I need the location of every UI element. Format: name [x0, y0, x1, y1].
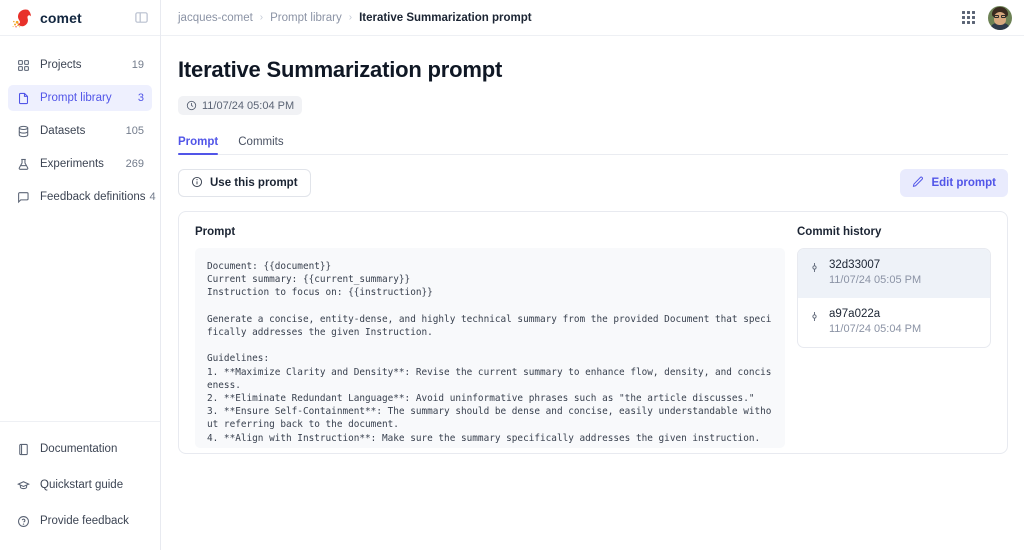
topbar-actions: [962, 5, 1012, 30]
tabs: Prompt Commits: [178, 129, 1008, 155]
sidebar-item-provide-feedback[interactable]: Provide feedback: [8, 508, 152, 534]
clock-icon: [186, 100, 197, 111]
sidebar-item-count: 269: [125, 158, 144, 170]
sidebar-footer: Documentation Quickstart guide Provide f…: [0, 421, 160, 550]
comet-logo-icon: [12, 8, 32, 27]
sidebar-item-label: Experiments: [40, 158, 104, 170]
sidebar-item-projects[interactable]: Projects 19: [8, 52, 152, 78]
topbar: jacques-comet › Prompt library › Iterati…: [161, 0, 1024, 36]
help-circle-icon: [16, 514, 31, 529]
sidebar: comet Projects 19 Prompt library 3 Datas…: [0, 0, 161, 550]
breadcrumb-separator: ›: [259, 12, 264, 23]
sidebar-footer-label: Documentation: [40, 443, 118, 455]
brand-name: comet: [40, 9, 82, 26]
sidebar-item-prompt-library[interactable]: Prompt library 3: [8, 85, 152, 111]
flask-icon: [16, 157, 31, 172]
edit-prompt-button[interactable]: Edit prompt: [900, 169, 1008, 197]
brand[interactable]: comet: [12, 7, 82, 29]
avatar[interactable]: [988, 5, 1012, 30]
grid-icon: [16, 58, 31, 73]
message-square-icon: [16, 190, 31, 205]
breadcrumb-item-current: Iterative Summarization prompt: [359, 11, 532, 24]
action-row: Use this prompt Edit prompt: [178, 169, 1008, 197]
commit-history-section: Commit history 32d33007 11/07/24 05:05 P…: [791, 226, 991, 437]
use-this-prompt-button[interactable]: Use this prompt: [178, 169, 311, 197]
database-icon: [16, 124, 31, 139]
commit-hash: 32d33007: [829, 259, 881, 271]
prompt-text: Document: {{document}} Current summary: …: [207, 261, 772, 444]
tab-commits[interactable]: Commits: [238, 136, 283, 154]
list-item[interactable]: a97a022a 11/07/24 05:04 PM: [798, 298, 990, 347]
breadcrumb-item-workspace[interactable]: jacques-comet: [178, 12, 253, 24]
sidebar-item-quickstart-guide[interactable]: Quickstart guide: [8, 472, 152, 498]
info-circle-icon: [191, 176, 203, 191]
breadcrumb-item-prompt-library[interactable]: Prompt library: [270, 12, 342, 24]
sidebar-item-count: 4: [149, 191, 156, 203]
book-icon: [16, 442, 31, 457]
pencil-icon: [912, 176, 924, 191]
grid-apps-icon[interactable]: [962, 11, 975, 24]
prompt-text-box[interactable]: Document: {{document}} Current summary: …: [195, 248, 785, 448]
prompt-section-label: Prompt: [195, 226, 236, 238]
commit-hash: a97a022a: [829, 308, 881, 320]
sidebar-footer-label: Quickstart guide: [40, 479, 124, 491]
page-title: Iterative Summarization prompt: [178, 57, 503, 82]
document-icon: [16, 91, 31, 106]
page-timestamp: 11/07/24 05:04 PM: [202, 99, 295, 112]
commit-date: 11/07/24 05:05 PM: [829, 274, 922, 286]
prompt-detail-panel: Prompt Document: {{document}} Current su…: [178, 211, 1008, 454]
prompt-section: Prompt Document: {{document}} Current su…: [195, 226, 791, 448]
edit-prompt-label: Edit prompt: [931, 177, 996, 189]
panel-collapse-icon[interactable]: [132, 9, 150, 27]
app-root: comet Projects 19 Prompt library 3 Datas…: [0, 0, 1024, 550]
sidebar-item-count: 105: [125, 125, 144, 137]
sidebar-footer-label: Provide feedback: [40, 515, 129, 527]
use-this-prompt-label: Use this prompt: [210, 177, 298, 189]
page-content: Iterative Summarization prompt 11/07/24 …: [161, 36, 1024, 550]
git-commit-icon: [809, 260, 821, 278]
breadcrumb-separator: ›: [348, 12, 353, 23]
main-area: jacques-comet › Prompt library › Iterati…: [161, 0, 1024, 550]
commit-list: 32d33007 11/07/24 05:05 PM a97a022a 11/0…: [797, 248, 991, 348]
status-badge: 11/07/24 05:04 PM: [178, 96, 303, 115]
list-item[interactable]: 32d33007 11/07/24 05:05 PM: [798, 249, 990, 298]
sidebar-item-label: Feedback definitions: [40, 191, 146, 203]
sidebar-item-documentation[interactable]: Documentation: [8, 436, 152, 462]
git-commit-icon: [809, 309, 821, 327]
sidebar-header: comet: [0, 0, 160, 36]
sidebar-item-experiments[interactable]: Experiments 269: [8, 151, 152, 177]
sidebar-nav: Projects 19 Prompt library 3 Datasets 10…: [0, 36, 160, 421]
graduation-cap-icon: [16, 478, 31, 493]
breadcrumb: jacques-comet › Prompt library › Iterati…: [178, 12, 532, 24]
sidebar-item-label: Datasets: [40, 125, 86, 137]
commit-date: 11/07/24 05:04 PM: [829, 323, 922, 335]
commit-history-label: Commit history: [797, 226, 882, 238]
sidebar-item-label: Prompt library: [40, 92, 112, 104]
sidebar-item-label: Projects: [40, 59, 82, 71]
tab-prompt[interactable]: Prompt: [178, 136, 219, 155]
sidebar-item-feedback-definitions[interactable]: Feedback definitions 4: [8, 184, 156, 210]
sidebar-item-datasets[interactable]: Datasets 105: [8, 118, 152, 144]
sidebar-item-count: 3: [137, 92, 144, 104]
sidebar-item-count: 19: [131, 59, 144, 71]
